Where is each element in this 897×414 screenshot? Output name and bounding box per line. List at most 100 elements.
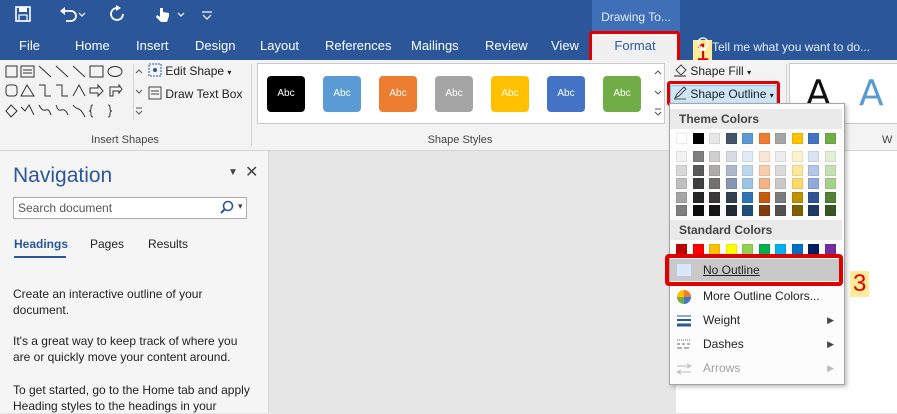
theme-shade-swatch[interactable] [709, 178, 720, 189]
customize-qat-icon[interactable] [200, 5, 214, 23]
theme-shade-swatch[interactable] [824, 151, 836, 162]
search-options-dropdown-icon[interactable]: ▾ [238, 201, 243, 212]
theme-shade-swatch[interactable] [692, 178, 704, 189]
theme-color-swatch[interactable] [791, 133, 803, 144]
theme-shade-swatch[interactable] [692, 151, 704, 162]
theme-shade-swatch[interactable] [676, 205, 687, 216]
theme-shade-swatch[interactable] [725, 205, 737, 216]
theme-shade-swatch[interactable] [742, 164, 753, 176]
theme-shade-swatch[interactable] [676, 191, 687, 203]
theme-shade-swatch[interactable] [676, 164, 687, 176]
theme-shade-swatch[interactable] [791, 205, 803, 216]
tab-home[interactable]: Home [75, 36, 110, 56]
undo-icon[interactable] [58, 5, 86, 23]
theme-shade-swatch[interactable] [808, 178, 819, 189]
theme-shade-swatch[interactable] [709, 151, 720, 162]
theme-color-swatch[interactable] [758, 133, 770, 144]
style-swatch-orange[interactable]: Abc [379, 76, 417, 112]
theme-shade-swatch[interactable] [808, 191, 819, 203]
theme-shade-swatch[interactable] [775, 151, 786, 162]
theme-shade-swatch[interactable] [824, 205, 836, 216]
tab-layout[interactable]: Layout [260, 36, 299, 56]
weight-item[interactable]: Weight ▶ [670, 309, 842, 331]
shape-styles-gallery[interactable]: Abc Abc Abc Abc Abc Abc Abc [257, 63, 655, 124]
style-swatch-gold[interactable]: Abc [491, 76, 529, 112]
theme-shade-swatch[interactable] [758, 178, 770, 189]
theme-shade-swatch[interactable] [725, 164, 737, 176]
theme-shade-swatch[interactable] [775, 178, 786, 189]
theme-shade-swatch[interactable] [692, 205, 704, 216]
theme-color-swatch[interactable] [709, 133, 720, 144]
wordart-style-blue[interactable]: A [859, 74, 884, 114]
theme-shade-swatch[interactable] [709, 164, 720, 176]
theme-shade-swatch[interactable] [808, 205, 819, 216]
theme-shade-swatch[interactable] [758, 151, 770, 162]
tab-view[interactable]: View [551, 36, 579, 56]
theme-shade-swatch[interactable] [725, 178, 737, 189]
style-swatch-dark-blue[interactable]: Abc [547, 76, 585, 112]
theme-shade-swatch[interactable] [791, 164, 803, 176]
theme-shade-swatch[interactable] [775, 164, 786, 176]
theme-shade-swatch[interactable] [709, 191, 720, 203]
redo-icon[interactable] [108, 5, 126, 23]
style-swatch-black[interactable]: Abc [267, 76, 305, 112]
tab-review[interactable]: Review [485, 36, 528, 56]
close-icon[interactable]: ✕ [245, 162, 258, 182]
shapes-gallery-scroll[interactable] [133, 64, 144, 120]
theme-color-swatch[interactable] [775, 133, 786, 144]
style-swatch-green[interactable]: Abc [603, 76, 641, 112]
theme-shade-swatch[interactable] [824, 164, 836, 176]
theme-shade-swatch[interactable] [692, 191, 704, 203]
insert-shapes-gallery[interactable] [5, 65, 133, 121]
theme-shade-swatch[interactable] [808, 164, 819, 176]
theme-shade-swatch[interactable] [692, 164, 704, 176]
theme-shade-swatch[interactable] [791, 191, 803, 203]
theme-shade-swatch[interactable] [824, 178, 836, 189]
theme-shade-swatch[interactable] [758, 191, 770, 203]
pane-options-dropdown-icon[interactable]: ▼ [228, 167, 238, 178]
tell-me-search[interactable]: Tell me what you want to do... [712, 37, 870, 57]
theme-shade-swatch[interactable] [676, 151, 687, 162]
theme-color-swatch[interactable] [676, 133, 687, 144]
theme-shade-swatch[interactable] [808, 151, 819, 162]
theme-color-swatch[interactable] [824, 133, 836, 144]
styles-gallery-scroll[interactable] [653, 63, 665, 124]
theme-shade-swatch[interactable] [824, 191, 836, 203]
theme-shade-swatch[interactable] [676, 178, 687, 189]
touch-mode-icon[interactable] [153, 5, 185, 23]
more-outline-colors-item[interactable]: More Outline Colors... [670, 285, 842, 307]
edit-shape-button[interactable]: Edit Shape ▾ [148, 63, 231, 80]
theme-color-swatch[interactable] [725, 133, 737, 144]
dashes-item[interactable]: Dashes ▶ [670, 333, 842, 355]
search-document-box[interactable]: Search document ▾ [13, 197, 247, 219]
tab-pages[interactable]: Pages [90, 237, 124, 251]
theme-shade-swatch[interactable] [725, 191, 737, 203]
tab-design[interactable]: Design [195, 36, 235, 56]
search-input[interactable]: Search document [18, 201, 112, 215]
style-swatch-gray[interactable]: Abc [435, 76, 473, 112]
theme-shade-swatch[interactable] [742, 178, 753, 189]
theme-shade-swatch[interactable] [758, 164, 770, 176]
style-swatch-blue[interactable]: Abc [323, 76, 361, 112]
shape-fill-button[interactable]: Shape Fill ▾ [673, 63, 751, 80]
search-icon[interactable] [220, 200, 234, 218]
draw-text-box-button[interactable]: Draw Text Box [148, 86, 242, 103]
tab-results[interactable]: Results [148, 237, 188, 251]
theme-shade-swatch[interactable] [791, 178, 803, 189]
tab-references[interactable]: References [325, 36, 391, 56]
theme-shade-swatch[interactable] [742, 151, 753, 162]
theme-shade-swatch[interactable] [775, 205, 786, 216]
save-icon[interactable] [14, 5, 32, 23]
tab-file[interactable]: File [19, 36, 40, 56]
theme-shade-swatch[interactable] [791, 151, 803, 162]
theme-color-swatch[interactable] [742, 133, 753, 144]
tab-insert[interactable]: Insert [136, 36, 169, 56]
theme-shade-swatch[interactable] [709, 205, 720, 216]
tab-headings[interactable]: Headings [14, 237, 68, 251]
theme-shade-swatch[interactable] [758, 205, 770, 216]
theme-shade-swatch[interactable] [725, 151, 737, 162]
theme-shade-swatch[interactable] [742, 191, 753, 203]
theme-color-swatch[interactable] [692, 133, 704, 144]
theme-color-swatch[interactable] [808, 133, 819, 144]
theme-shade-swatch[interactable] [775, 191, 786, 203]
